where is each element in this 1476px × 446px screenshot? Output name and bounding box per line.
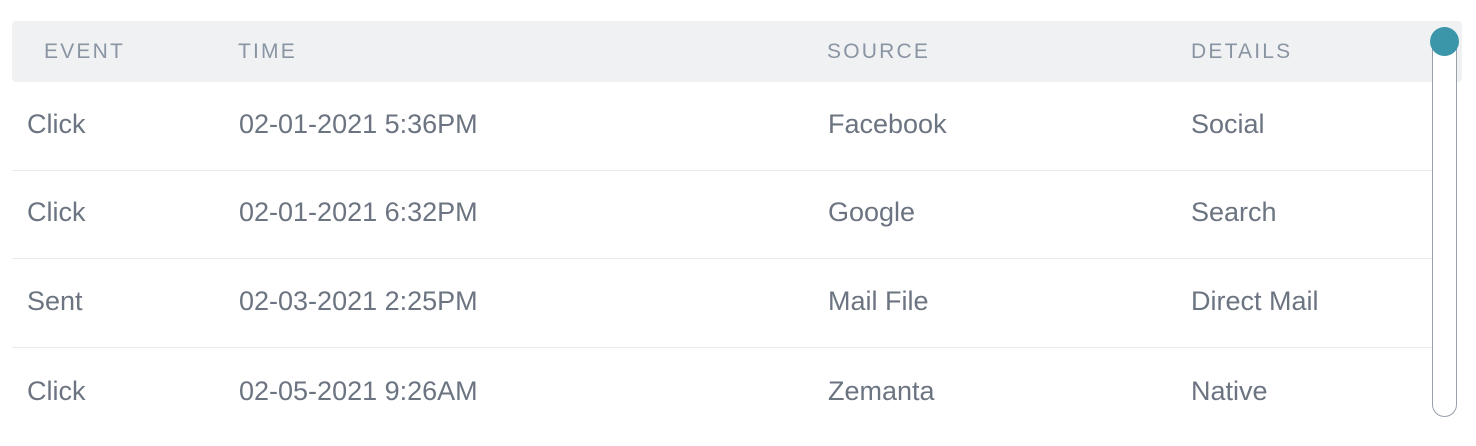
cell-details: Social xyxy=(1191,109,1265,139)
cell-event: Click xyxy=(27,109,86,139)
cell-source: Zemanta xyxy=(828,376,935,406)
column-header-details[interactable]: DETAILS xyxy=(1191,21,1292,82)
table-row[interactable]: Click 02-05-2021 9:26AM Zemanta Native xyxy=(12,347,1432,431)
scrollbar-thumb[interactable] xyxy=(1430,27,1459,56)
table-row[interactable]: Click 02-01-2021 5:36PM Facebook Social xyxy=(12,82,1432,171)
cell-event: Click xyxy=(27,376,86,406)
events-table: EVENT TIME SOURCE DETAILS Click 02-01-20… xyxy=(12,21,1462,431)
cell-source: Mail File xyxy=(828,286,929,316)
cell-time: 02-03-2021 2:25PM xyxy=(239,286,478,316)
cell-source: Facebook xyxy=(828,109,947,139)
cell-time: 02-01-2021 5:36PM xyxy=(239,109,478,139)
column-header-source[interactable]: SOURCE xyxy=(827,21,930,82)
table-header: EVENT TIME SOURCE DETAILS xyxy=(12,21,1462,82)
cell-event: Click xyxy=(27,197,86,227)
cell-details: Native xyxy=(1191,376,1268,406)
cell-details: Direct Mail xyxy=(1191,286,1319,316)
cell-details: Search xyxy=(1191,197,1277,227)
table-row[interactable]: Click 02-01-2021 6:32PM Google Search xyxy=(12,170,1432,259)
cell-event: Sent xyxy=(27,286,83,316)
cell-time: 02-01-2021 6:32PM xyxy=(239,197,478,227)
column-header-event[interactable]: EVENT xyxy=(44,21,125,82)
cell-source: Google xyxy=(828,197,916,227)
table-row[interactable]: Sent 02-03-2021 2:25PM Mail File Direct … xyxy=(12,258,1432,348)
cell-time: 02-05-2021 9:26AM xyxy=(239,376,478,406)
scrollbar-track[interactable] xyxy=(1432,28,1457,417)
column-header-time[interactable]: TIME xyxy=(238,21,297,82)
